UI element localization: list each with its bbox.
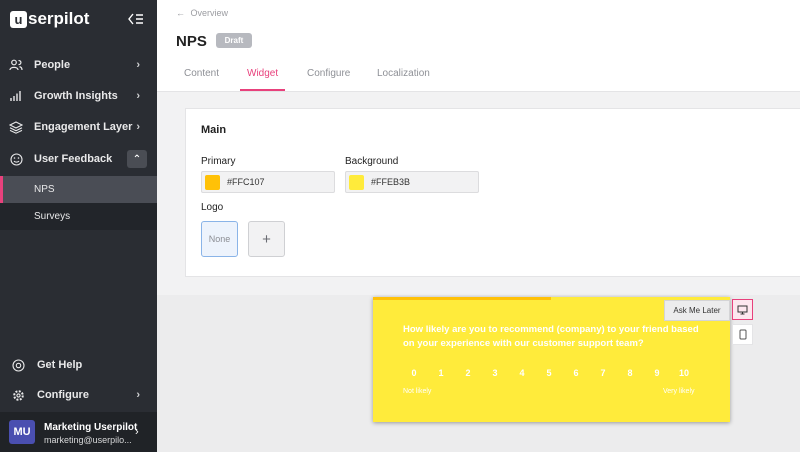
- scale-low-label: Not likely: [403, 388, 432, 395]
- sidebar-item-label: Engagement Layer: [34, 121, 133, 133]
- help-icon: [11, 358, 25, 372]
- sidebar-item-user-feedback[interactable]: User Feedback ⌃: [0, 144, 157, 174]
- logo-none-option[interactable]: None: [201, 221, 238, 257]
- primary-color-input[interactable]: #FFC107: [201, 171, 335, 193]
- primary-color-swatch[interactable]: [205, 175, 220, 190]
- background-color-swatch[interactable]: [349, 175, 364, 190]
- layers-icon: [9, 120, 23, 134]
- sidebar-item-label: Growth Insights: [34, 90, 118, 102]
- chevron-right-icon: ›: [136, 90, 140, 102]
- tab-widget[interactable]: Widget: [247, 68, 278, 79]
- nps-question: How likely are you to recommend (company…: [403, 324, 699, 349]
- page-header: ← Overview NPS Draft Content Widget Conf…: [157, 0, 800, 92]
- user-email: marketing@userpilo...: [44, 435, 132, 445]
- chevron-right-icon: ›: [136, 121, 140, 133]
- sidebar-item-label: Configure: [37, 389, 89, 401]
- sidebar-item-people[interactable]: People ›: [0, 50, 157, 80]
- sidebar-subitem-surveys[interactable]: Surveys: [0, 203, 157, 230]
- primary-color-value: #FFC107: [227, 177, 265, 187]
- people-icon: [9, 58, 23, 72]
- nps-score-button[interactable]: 3: [484, 363, 506, 382]
- sidebar-item-label: Get Help: [37, 359, 83, 371]
- background-color-label: Background: [345, 156, 399, 167]
- userpilot-logo[interactable]: u serpilot: [10, 9, 89, 29]
- chevron-right-icon: ›: [135, 426, 139, 438]
- nps-score-button[interactable]: 1: [430, 363, 452, 382]
- logo-mark: u: [10, 10, 27, 28]
- logo-label: Logo: [201, 202, 224, 213]
- avatar: MU: [9, 420, 35, 444]
- nps-score-button[interactable]: 0: [403, 363, 425, 382]
- sidebar-item-configure[interactable]: Configure ›: [0, 380, 157, 410]
- nps-score-button[interactable]: 8: [619, 363, 641, 382]
- sidebar-subitem-label: NPS: [34, 184, 55, 195]
- scale-high-label: Very likely: [663, 388, 695, 395]
- sidebar: u serpilot People › Growth Insights › En…: [0, 0, 157, 452]
- page-title: NPS: [176, 33, 207, 50]
- nps-widget-preview: Ask Me Later How likely are you to recom…: [373, 297, 730, 422]
- logo-row: u serpilot: [0, 0, 157, 40]
- nps-score-button[interactable]: 4: [511, 363, 533, 382]
- add-logo-button[interactable]: +: [248, 221, 285, 257]
- status-badge: Draft: [216, 33, 252, 48]
- arrow-left-icon: ←: [176, 8, 185, 18]
- sidebar-item-growth-insights[interactable]: Growth Insights ›: [0, 81, 157, 111]
- user-name: Marketing Userpilot: [44, 422, 138, 433]
- nps-score-button[interactable]: 10: [673, 363, 695, 382]
- tab-configure[interactable]: Configure: [307, 68, 350, 79]
- main-settings-card: Main Primary #FFC107 Background #FFEB3B …: [185, 108, 800, 277]
- nps-score-button[interactable]: 9: [646, 363, 668, 382]
- sidebar-item-engagement-layer[interactable]: Engagement Layer ›: [0, 112, 157, 142]
- chevron-right-icon: ›: [136, 389, 140, 401]
- ask-me-later-button[interactable]: Ask Me Later: [664, 300, 730, 321]
- breadcrumb-back-link[interactable]: ← Overview: [176, 8, 228, 18]
- monitor-icon: [737, 305, 748, 314]
- chevron-right-icon: ›: [136, 59, 140, 71]
- sidebar-subitem-label: Surveys: [34, 211, 71, 222]
- sidebar-subitem-nps[interactable]: NPS: [0, 176, 157, 203]
- background-color-input[interactable]: #FFEB3B: [345, 171, 479, 193]
- sidebar-item-label: User Feedback: [34, 153, 113, 165]
- sidebar-item-get-help[interactable]: Get Help: [0, 350, 157, 380]
- mobile-preview-button[interactable]: [732, 324, 753, 345]
- tab-localization[interactable]: Localization: [377, 68, 430, 79]
- primary-color-label: Primary: [201, 156, 236, 167]
- collapse-sidebar-button[interactable]: [125, 11, 147, 27]
- chevron-up-icon[interactable]: ⌃: [127, 150, 147, 168]
- gear-icon: [11, 388, 25, 402]
- main-content: ← Overview NPS Draft Content Widget Conf…: [157, 0, 800, 452]
- sidebar-item-label: People: [34, 59, 71, 71]
- breadcrumb-label: Overview: [190, 8, 229, 18]
- collapse-menu-icon: [128, 13, 143, 25]
- nps-score-button[interactable]: 2: [457, 363, 479, 382]
- nps-score-scale: 0 1 2 3 4 5 6 7 8 9 10: [403, 363, 700, 382]
- phone-icon: [739, 329, 746, 340]
- nps-score-button[interactable]: 5: [538, 363, 560, 382]
- widget-progress-bar: [373, 297, 551, 300]
- active-tab-indicator: [240, 89, 285, 91]
- nps-score-button[interactable]: 6: [565, 363, 587, 382]
- logo-text: serpilot: [28, 9, 90, 28]
- smiley-icon: [9, 152, 23, 166]
- user-account[interactable]: MU Marketing Userpilot marketing@userpil…: [0, 412, 157, 452]
- background-color-value: #FFEB3B: [371, 177, 411, 187]
- bar-chart-icon: [9, 89, 23, 103]
- tab-content[interactable]: Content: [184, 68, 219, 79]
- nps-score-button[interactable]: 7: [592, 363, 614, 382]
- section-title: Main: [201, 124, 227, 136]
- desktop-preview-button[interactable]: [732, 299, 753, 320]
